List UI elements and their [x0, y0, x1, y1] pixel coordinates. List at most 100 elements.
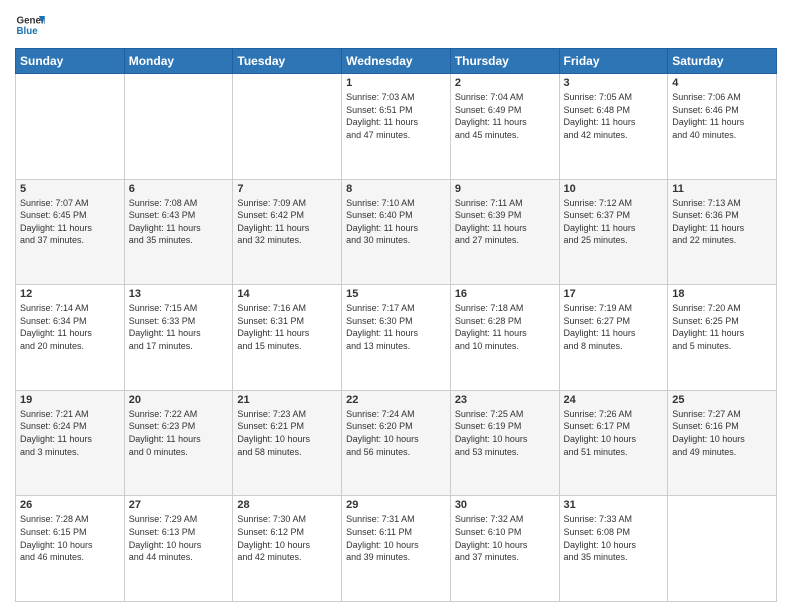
day-number: 30 — [455, 499, 555, 511]
table-row — [233, 74, 342, 180]
calendar-week-row: 19 Sunrise: 7:21 AM Sunset: 6:24 PM Dayli… — [16, 390, 777, 496]
day-number: 18 — [672, 288, 772, 300]
day-info: Sunrise: 7:12 AM Sunset: 6:37 PM Dayligh… — [564, 197, 664, 247]
day-info: Sunrise: 7:13 AM Sunset: 6:36 PM Dayligh… — [672, 197, 772, 247]
table-row: 11 Sunrise: 7:13 AM Sunset: 6:36 PM Dayli… — [668, 179, 777, 285]
col-saturday: Saturday — [668, 49, 777, 74]
day-number: 1 — [346, 77, 446, 89]
day-info: Sunrise: 7:05 AM Sunset: 6:48 PM Dayligh… — [564, 91, 664, 141]
table-row — [668, 496, 777, 602]
day-info: Sunrise: 7:33 AM Sunset: 6:08 PM Dayligh… — [564, 513, 664, 563]
table-row: 7 Sunrise: 7:09 AM Sunset: 6:42 PM Daylig… — [233, 179, 342, 285]
day-number: 12 — [20, 288, 120, 300]
day-info: Sunrise: 7:09 AM Sunset: 6:42 PM Dayligh… — [237, 197, 337, 247]
table-row: 16 Sunrise: 7:18 AM Sunset: 6:28 PM Dayli… — [450, 285, 559, 391]
day-info: Sunrise: 7:07 AM Sunset: 6:45 PM Dayligh… — [20, 197, 120, 247]
day-info: Sunrise: 7:17 AM Sunset: 6:30 PM Dayligh… — [346, 302, 446, 352]
table-row: 19 Sunrise: 7:21 AM Sunset: 6:24 PM Dayli… — [16, 390, 125, 496]
table-row: 27 Sunrise: 7:29 AM Sunset: 6:13 PM Dayli… — [124, 496, 233, 602]
table-row: 15Sunrise: 7:17 AM Sunset: 6:30 PM Dayli… — [342, 285, 451, 391]
day-info: Sunrise: 7:31 AM Sunset: 6:11 PM Dayligh… — [346, 513, 446, 563]
table-row — [124, 74, 233, 180]
day-number: 2 — [455, 77, 555, 89]
calendar-week-row: 5 Sunrise: 7:07 AM Sunset: 6:45 PM Daylig… — [16, 179, 777, 285]
table-row: 2 Sunrise: 7:04 AM Sunset: 6:49 PM Daylig… — [450, 74, 559, 180]
day-number: 13 — [129, 288, 229, 300]
col-monday: Monday — [124, 49, 233, 74]
table-row: 3 Sunrise: 7:05 AM Sunset: 6:48 PM Daylig… — [559, 74, 668, 180]
day-number: 28 — [237, 499, 337, 511]
table-row: 21 Sunrise: 7:23 AM Sunset: 6:21 PM Dayli… — [233, 390, 342, 496]
day-number: 22 — [346, 394, 446, 406]
day-info: Sunrise: 7:10 AM Sunset: 6:40 PM Dayligh… — [346, 197, 446, 247]
table-row: 5 Sunrise: 7:07 AM Sunset: 6:45 PM Daylig… — [16, 179, 125, 285]
day-number: 17 — [564, 288, 664, 300]
day-info: Sunrise: 7:23 AM Sunset: 6:21 PM Dayligh… — [237, 408, 337, 458]
day-info: Sunrise: 7:28 AM Sunset: 6:15 PM Dayligh… — [20, 513, 120, 563]
table-row: 6 Sunrise: 7:08 AM Sunset: 6:43 PM Daylig… — [124, 179, 233, 285]
day-number: 29 — [346, 499, 446, 511]
svg-text:Blue: Blue — [17, 26, 39, 37]
day-info: Sunrise: 7:29 AM Sunset: 6:13 PM Dayligh… — [129, 513, 229, 563]
day-info: Sunrise: 7:11 AM Sunset: 6:39 PM Dayligh… — [455, 197, 555, 247]
day-info: Sunrise: 7:08 AM Sunset: 6:43 PM Dayligh… — [129, 197, 229, 247]
day-info: Sunrise: 7:30 AM Sunset: 6:12 PM Dayligh… — [237, 513, 337, 563]
table-row: 22 Sunrise: 7:24 AM Sunset: 6:20 PM Dayli… — [342, 390, 451, 496]
day-number: 8 — [346, 183, 446, 195]
day-number: 16 — [455, 288, 555, 300]
table-row: 4 Sunrise: 7:06 AM Sunset: 6:46 PM Daylig… — [668, 74, 777, 180]
day-info: Sunrise: 7:18 AM Sunset: 6:28 PM Dayligh… — [455, 302, 555, 352]
calendar-container: General Blue Sunday Monday Tuesday — [0, 0, 792, 612]
day-info: Sunrise: 7:19 AM Sunset: 6:27 PM Dayligh… — [564, 302, 664, 352]
calendar-table: Sunday Monday Tuesday Wednesday Thursday… — [15, 48, 777, 602]
header: General Blue — [15, 10, 777, 40]
table-row: 18Sunrise: 7:20 AM Sunset: 6:25 PM Dayli… — [668, 285, 777, 391]
table-row: 13 Sunrise: 7:15 AM Sunset: 6:33 PM Dayli… — [124, 285, 233, 391]
day-number: 23 — [455, 394, 555, 406]
day-number: 10 — [564, 183, 664, 195]
day-number: 9 — [455, 183, 555, 195]
table-row: 25 Sunrise: 7:27 AM Sunset: 6:16 PM Dayli… — [668, 390, 777, 496]
table-row: 30Sunrise: 7:32 AM Sunset: 6:10 PM Dayli… — [450, 496, 559, 602]
table-row: 17 Sunrise: 7:19 AM Sunset: 6:27 PM Dayli… — [559, 285, 668, 391]
calendar-header-row: Sunday Monday Tuesday Wednesday Thursday… — [16, 49, 777, 74]
calendar-week-row: 12Sunrise: 7:14 AM Sunset: 6:34 PM Dayli… — [16, 285, 777, 391]
day-info: Sunrise: 7:04 AM Sunset: 6:49 PM Dayligh… — [455, 91, 555, 141]
day-info: Sunrise: 7:03 AM Sunset: 6:51 PM Dayligh… — [346, 91, 446, 141]
table-row: 14Sunrise: 7:16 AM Sunset: 6:31 PM Dayli… — [233, 285, 342, 391]
day-number: 7 — [237, 183, 337, 195]
col-tuesday: Tuesday — [233, 49, 342, 74]
day-info: Sunrise: 7:21 AM Sunset: 6:24 PM Dayligh… — [20, 408, 120, 458]
col-friday: Friday — [559, 49, 668, 74]
table-row: 10 Sunrise: 7:12 AM Sunset: 6:37 PM Dayli… — [559, 179, 668, 285]
day-number: 5 — [20, 183, 120, 195]
day-info: Sunrise: 7:27 AM Sunset: 6:16 PM Dayligh… — [672, 408, 772, 458]
day-number: 25 — [672, 394, 772, 406]
day-info: Sunrise: 7:06 AM Sunset: 6:46 PM Dayligh… — [672, 91, 772, 141]
day-number: 4 — [672, 77, 772, 89]
calendar-week-row: 1 Sunrise: 7:03 AM Sunset: 6:51 PM Daylig… — [16, 74, 777, 180]
day-info: Sunrise: 7:24 AM Sunset: 6:20 PM Dayligh… — [346, 408, 446, 458]
day-number: 11 — [672, 183, 772, 195]
day-number: 19 — [20, 394, 120, 406]
table-row: 28 Sunrise: 7:30 AM Sunset: 6:12 PM Dayli… — [233, 496, 342, 602]
day-info: Sunrise: 7:26 AM Sunset: 6:17 PM Dayligh… — [564, 408, 664, 458]
day-info: Sunrise: 7:16 AM Sunset: 6:31 PM Dayligh… — [237, 302, 337, 352]
table-row: 20Sunrise: 7:22 AM Sunset: 6:23 PM Dayli… — [124, 390, 233, 496]
table-row: 12Sunrise: 7:14 AM Sunset: 6:34 PM Dayli… — [16, 285, 125, 391]
day-number: 27 — [129, 499, 229, 511]
col-wednesday: Wednesday — [342, 49, 451, 74]
day-number: 26 — [20, 499, 120, 511]
logo-icon: General Blue — [15, 10, 45, 40]
table-row: 23Sunrise: 7:25 AM Sunset: 6:19 PM Dayli… — [450, 390, 559, 496]
day-number: 3 — [564, 77, 664, 89]
day-info: Sunrise: 7:15 AM Sunset: 6:33 PM Dayligh… — [129, 302, 229, 352]
calendar-week-row: 26 Sunrise: 7:28 AM Sunset: 6:15 PM Dayli… — [16, 496, 777, 602]
table-row — [16, 74, 125, 180]
day-number: 31 — [564, 499, 664, 511]
day-number: 20 — [129, 394, 229, 406]
table-row: 29 Sunrise: 7:31 AM Sunset: 6:11 PM Dayli… — [342, 496, 451, 602]
day-number: 24 — [564, 394, 664, 406]
day-number: 21 — [237, 394, 337, 406]
day-number: 6 — [129, 183, 229, 195]
